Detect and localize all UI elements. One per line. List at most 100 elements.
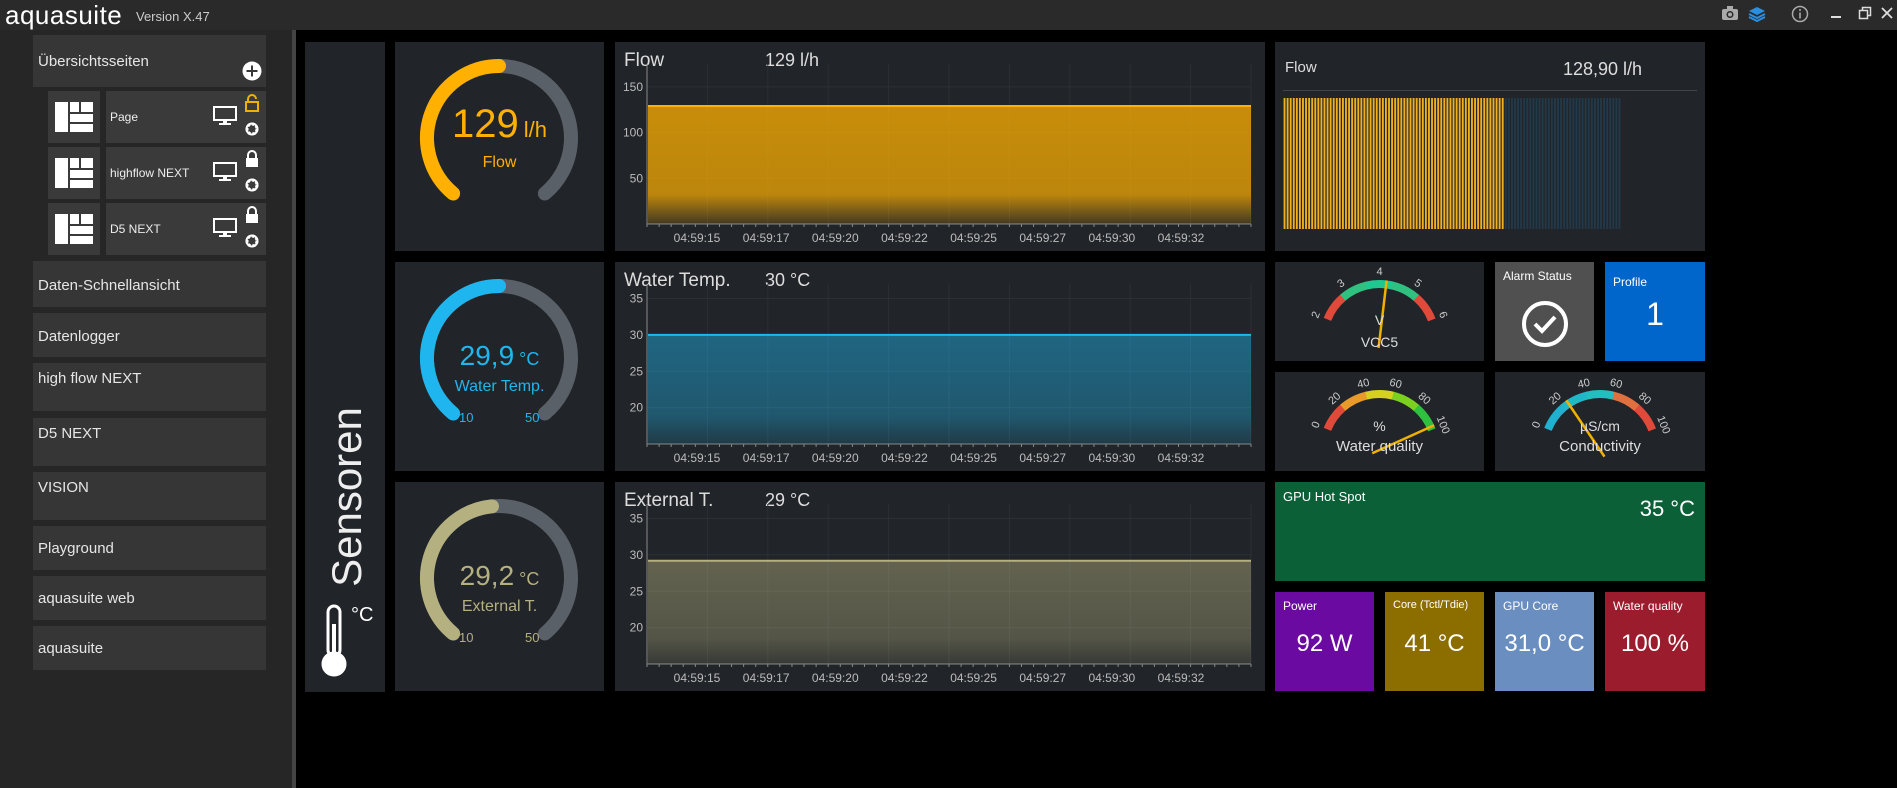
gpu-hotspot-tile: GPU Hot Spot 35 °C [1275,482,1705,581]
monitor-icon[interactable] [213,106,237,131]
flow-bar-segment [1434,98,1437,229]
sidebar-item-d5-next[interactable]: D5 NEXT [33,418,266,466]
alarm-status-tile: Alarm Status [1495,262,1594,361]
flow-bar-segment [1590,98,1593,229]
x-tick-label: 04:59:17 [743,451,790,465]
x-tick-label: 04:59:25 [950,451,997,465]
overview-pages-header[interactable]: Übersichtsseiten [33,35,266,87]
info-icon[interactable] [1790,5,1810,25]
flow-bar-segment [1535,98,1538,229]
flow-bar-segment [1283,98,1286,229]
monitor-icon[interactable] [213,218,237,243]
flow-bar-segment [1378,98,1381,229]
flow-bar-segment [1541,98,1544,229]
flow-bar-segment [1295,98,1298,229]
dial-tick-label: 3 [1335,277,1347,290]
gauge-unit: l/h [523,117,547,142]
sensor-panel: Sensoren °C [305,42,385,692]
page-item-highflow-next[interactable]: highflow NEXT [48,147,266,199]
y-tick-label: 30 [630,328,644,342]
flow-bar-segment [1492,98,1495,229]
page-thumbnail-icon [48,91,100,143]
page-item-page[interactable]: Page [48,91,266,143]
sidebar-item-label: Daten-Schnellansicht [38,277,180,294]
flow-bar-segment [1363,98,1366,229]
flow-bar-segment [1458,98,1461,229]
tile-label: Power [1283,599,1318,613]
gear-icon[interactable] [243,232,261,255]
sidebar-item-label: high flow NEXT [38,370,142,387]
flow-bar-segment [1587,98,1590,229]
x-tick-label: 04:59:15 [674,671,721,685]
x-tick-label: 04:59:32 [1158,231,1205,245]
series-area [648,560,1251,664]
sidebar-item-vision[interactable]: VISION [33,472,266,520]
gear-icon[interactable] [243,120,261,143]
flow-bar-segment [1615,98,1618,229]
profile-tile[interactable]: Profile 1 [1605,262,1705,361]
flow-bar-segment [1428,98,1430,229]
flow-bar-segment [1520,98,1523,229]
dial-tick-label: 5 [1412,277,1424,290]
sidebar-item-aquasuite-web[interactable]: aquasuite web [33,576,266,620]
sidebar-item-high-flow-next[interactable]: high flow NEXT [33,363,266,411]
water-temp-gauge-panel: 29,9 °C Water Temp. 10 50 [395,262,604,471]
lock-icon[interactable] [244,150,260,173]
flow-bar-segment [1385,98,1387,229]
flow-bar-segment [1452,98,1455,229]
flow-bar-segment [1474,98,1476,229]
x-tick-label: 04:59:15 [674,231,721,245]
sidebar-item-label: D5 NEXT [38,425,102,442]
gauge-min: 10 [459,410,474,425]
flow-bar-segment [1317,98,1320,229]
x-tick-label: 04:59:20 [812,671,859,685]
vcc5-dial-panel: 23456 V VCC5 [1275,262,1484,361]
flow-bar-segment [1529,98,1532,229]
flow-bar-segment [1388,98,1390,229]
flow-bar-segment [1547,98,1550,229]
sidebar-item-aquasuite[interactable]: aquasuite [33,626,266,670]
flow-bar-segment [1345,98,1347,229]
flow-bar-segment [1510,98,1513,229]
app-title: aquasuite [5,0,123,30]
flow-bar-segment [1495,98,1498,229]
sidebar-item-playground[interactable]: Playground [33,526,266,570]
dial-label: Water quality [1336,438,1423,455]
sidebar-item-datenlogger[interactable]: Datenlogger [33,313,266,357]
x-tick-label: 04:59:27 [1019,231,1066,245]
flow-bar-segment [1606,98,1609,229]
layers-icon[interactable] [1747,5,1767,25]
camera-icon[interactable] [1720,5,1740,25]
series-area [648,334,1251,444]
sidebar-item-daten-schnellansicht[interactable]: Daten-Schnellansicht [33,261,266,307]
lock-open-icon[interactable] [244,94,260,117]
flow-bar-graph [1283,98,1621,229]
close-icon[interactable] [1877,5,1897,25]
alarm-status-label: Alarm Status [1503,269,1572,283]
flow-bar-segment [1335,98,1338,229]
flow-bar-segment [1424,98,1427,229]
profile-value: 1 [1646,296,1664,332]
flow-bar-segment [1403,98,1406,229]
tile-label: Water quality [1613,599,1683,613]
page-item-d5-next[interactable]: D5 NEXT [48,203,266,255]
flow-bar-segment [1523,98,1526,229]
add-page-icon[interactable] [242,61,262,86]
flow-bar-segment [1532,98,1535,229]
water-temp-chart: 20 25 30 35 04:59:15 04:59:17 04:59:20 04:59:22… [630,284,1252,465]
flow-bar-segment [1603,98,1606,229]
minimize-icon[interactable] [1826,5,1846,25]
flow-bar-segment [1489,98,1492,229]
flow-bar-segment [1305,98,1307,229]
flow-bar-segment [1486,98,1489,229]
lock-icon[interactable] [244,206,260,229]
flow-bar-segment [1554,98,1556,229]
x-tick-label: 04:59:22 [881,671,928,685]
dial-band [1391,391,1420,412]
flow-bar-panel: Flow 128,90 l/h [1275,42,1705,251]
flow-bar-segment [1584,98,1587,229]
gear-icon[interactable] [243,176,261,199]
dial-band [1585,390,1615,400]
monitor-icon[interactable] [213,162,237,187]
restore-icon[interactable] [1855,5,1875,25]
